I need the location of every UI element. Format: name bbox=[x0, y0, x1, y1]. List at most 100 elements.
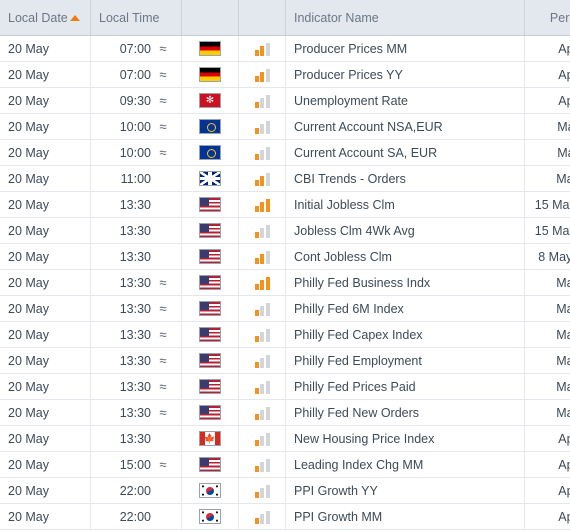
cell-indicator-name[interactable]: Philly Fed Business Indx bbox=[286, 270, 525, 296]
cell-local-date: 20 May bbox=[0, 114, 91, 140]
cell-local-time: 10:00≈ bbox=[91, 140, 182, 166]
importance-bars-icon bbox=[255, 433, 270, 446]
cell-importance bbox=[239, 322, 286, 348]
cell-indicator-name[interactable]: Producer Prices YY bbox=[286, 62, 525, 88]
column-header-period[interactable]: Period bbox=[525, 0, 570, 36]
table-row[interactable]: 20 May13:30≈New Housing Price IndexApr1.… bbox=[0, 426, 570, 452]
cell-local-time: 22:00≈ bbox=[91, 478, 182, 504]
sort-ascending-icon bbox=[70, 15, 80, 21]
importance-bar-3 bbox=[266, 459, 270, 472]
approximate-time-icon: ≈ bbox=[153, 301, 173, 316]
cell-local-date: 20 May bbox=[0, 296, 91, 322]
cell-country-flag bbox=[182, 36, 239, 62]
cell-indicator-name[interactable]: PPI Growth YY bbox=[286, 478, 525, 504]
cell-period: 8 May, w/e bbox=[525, 244, 570, 270]
column-header-local-date[interactable]: Local Date bbox=[0, 0, 91, 36]
cell-local-time: 22:00≈ bbox=[91, 504, 182, 530]
cell-indicator-name[interactable]: Philly Fed Employment bbox=[286, 348, 525, 374]
importance-bar-1 bbox=[255, 206, 259, 212]
cell-country-flag bbox=[182, 166, 239, 192]
column-header-period-label: Period bbox=[550, 11, 570, 25]
importance-bar-2 bbox=[260, 150, 264, 160]
cell-importance bbox=[239, 36, 286, 62]
cell-indicator-name[interactable]: PPI Growth MM bbox=[286, 504, 525, 530]
importance-bars-icon bbox=[255, 251, 270, 264]
cell-indicator-name[interactable]: Current Account NSA,EUR bbox=[286, 114, 525, 140]
cell-indicator-name[interactable]: Producer Prices MM bbox=[286, 36, 525, 62]
importance-bar-1 bbox=[255, 50, 259, 56]
cell-local-date: 20 May bbox=[0, 218, 91, 244]
importance-bars-icon bbox=[255, 69, 270, 82]
column-header-country[interactable] bbox=[182, 0, 239, 36]
local-time-value: 13:30 bbox=[120, 328, 151, 342]
cell-indicator-name[interactable]: Jobless Clm 4Wk Avg bbox=[286, 218, 525, 244]
local-time-value: 13:30 bbox=[120, 380, 151, 394]
cell-country-flag bbox=[182, 426, 239, 452]
cell-indicator-name[interactable]: Philly Fed 6M Index bbox=[286, 296, 525, 322]
cell-country-flag bbox=[182, 192, 239, 218]
table-row[interactable]: 20 May13:30≈Cont Jobless Clm8 May, w/e3.… bbox=[0, 244, 570, 270]
cell-indicator-name[interactable]: New Housing Price Index bbox=[286, 426, 525, 452]
table-row[interactable]: 20 May13:30≈Philly Fed Capex IndexMay36.… bbox=[0, 322, 570, 348]
table-row[interactable]: 20 May10:00≈Current Account SA, EURMar25… bbox=[0, 140, 570, 166]
importance-bar-3 bbox=[266, 147, 270, 160]
table-row[interactable]: 20 May07:00≈Producer Prices YYApr3.7% bbox=[0, 62, 570, 88]
cell-local-time: 13:30≈ bbox=[91, 374, 182, 400]
cell-local-date: 20 May bbox=[0, 88, 91, 114]
table-row[interactable]: 20 May22:00≈PPI Growth YYApr3.9% bbox=[0, 478, 570, 504]
table-row[interactable]: 20 May13:30≈Philly Fed Prices PaidMay69.… bbox=[0, 374, 570, 400]
table-row[interactable]: 20 May13:30≈Philly Fed EmploymentMay30.8… bbox=[0, 348, 570, 374]
cell-local-time: 13:30≈ bbox=[91, 400, 182, 426]
cell-period: May bbox=[525, 348, 570, 374]
local-time-value: 09:30 bbox=[120, 94, 151, 108]
column-header-indicator-name[interactable]: Indicator Name bbox=[286, 0, 525, 36]
importance-bar-2 bbox=[260, 306, 264, 316]
cell-local-time: 13:30≈ bbox=[91, 296, 182, 322]
cell-indicator-name[interactable]: CBI Trends - Orders bbox=[286, 166, 525, 192]
cell-local-date: 20 May bbox=[0, 504, 91, 530]
cell-period: May bbox=[525, 374, 570, 400]
cell-local-date: 20 May bbox=[0, 400, 91, 426]
table-row[interactable]: 20 May07:00≈Producer Prices MMApr0.9% bbox=[0, 36, 570, 62]
table-row[interactable]: 20 May13:30≈Jobless Clm 4Wk Avg15 May, w… bbox=[0, 218, 570, 244]
cell-indicator-name[interactable]: Philly Fed New Orders bbox=[286, 400, 525, 426]
cell-period: Mar bbox=[525, 114, 570, 140]
local-time-value: 07:00 bbox=[120, 68, 151, 82]
cell-importance bbox=[239, 296, 286, 322]
united-states-flag bbox=[199, 275, 221, 290]
importance-bar-3 bbox=[266, 407, 270, 420]
cell-indicator-name[interactable]: Current Account SA, EUR bbox=[286, 140, 525, 166]
cell-indicator-name[interactable]: Unemployment Rate bbox=[286, 88, 525, 114]
table-row[interactable]: 20 May09:30≈Unemployment RateApr6.8% bbox=[0, 88, 570, 114]
cell-indicator-name[interactable]: Philly Fed Prices Paid bbox=[286, 374, 525, 400]
table-row[interactable]: 20 May15:00≈Leading Index Chg MMApr1.3% bbox=[0, 452, 570, 478]
importance-bar-3 bbox=[266, 433, 270, 446]
cell-indicator-name[interactable]: Initial Jobless Clm bbox=[286, 192, 525, 218]
cell-importance bbox=[239, 140, 286, 166]
column-header-local-time[interactable]: Local Time bbox=[91, 0, 182, 36]
importance-bar-1 bbox=[255, 102, 259, 108]
cell-indicator-name[interactable]: Cont Jobless Clm bbox=[286, 244, 525, 270]
importance-bar-1 bbox=[255, 76, 259, 82]
cell-importance bbox=[239, 348, 286, 374]
cell-country-flag bbox=[182, 296, 239, 322]
table-row[interactable]: 20 May13:30≈Philly Fed 6M IndexMay66.60 bbox=[0, 296, 570, 322]
approximate-time-icon: ≈ bbox=[153, 327, 173, 342]
importance-bar-3 bbox=[266, 511, 270, 524]
importance-bar-2 bbox=[260, 410, 264, 420]
local-time-value: 22:00 bbox=[120, 510, 151, 524]
cell-period: May bbox=[525, 166, 570, 192]
cell-indicator-name[interactable]: Leading Index Chg MM bbox=[286, 452, 525, 478]
column-header-importance[interactable] bbox=[239, 0, 286, 36]
table-row[interactable]: 20 May13:30≈Philly Fed Business IndxMay5… bbox=[0, 270, 570, 296]
importance-bars-icon bbox=[255, 277, 270, 290]
cell-indicator-name[interactable]: Philly Fed Capex Index bbox=[286, 322, 525, 348]
table-row[interactable]: 20 May10:00≈Current Account NSA,EURMar13… bbox=[0, 114, 570, 140]
cell-country-flag bbox=[182, 322, 239, 348]
table-row[interactable]: 20 May13:30≈Initial Jobless Clm15 May, w… bbox=[0, 192, 570, 218]
table-row[interactable]: 20 May22:00≈PPI Growth MMApr0.9% bbox=[0, 504, 570, 530]
table-row[interactable]: 20 May13:30≈Philly Fed New OrdersMay36.0… bbox=[0, 400, 570, 426]
local-time-value: 13:30 bbox=[120, 406, 151, 420]
importance-bar-3 bbox=[266, 69, 270, 82]
table-row[interactable]: 20 May11:00≈CBI Trends - OrdersMay-8 bbox=[0, 166, 570, 192]
